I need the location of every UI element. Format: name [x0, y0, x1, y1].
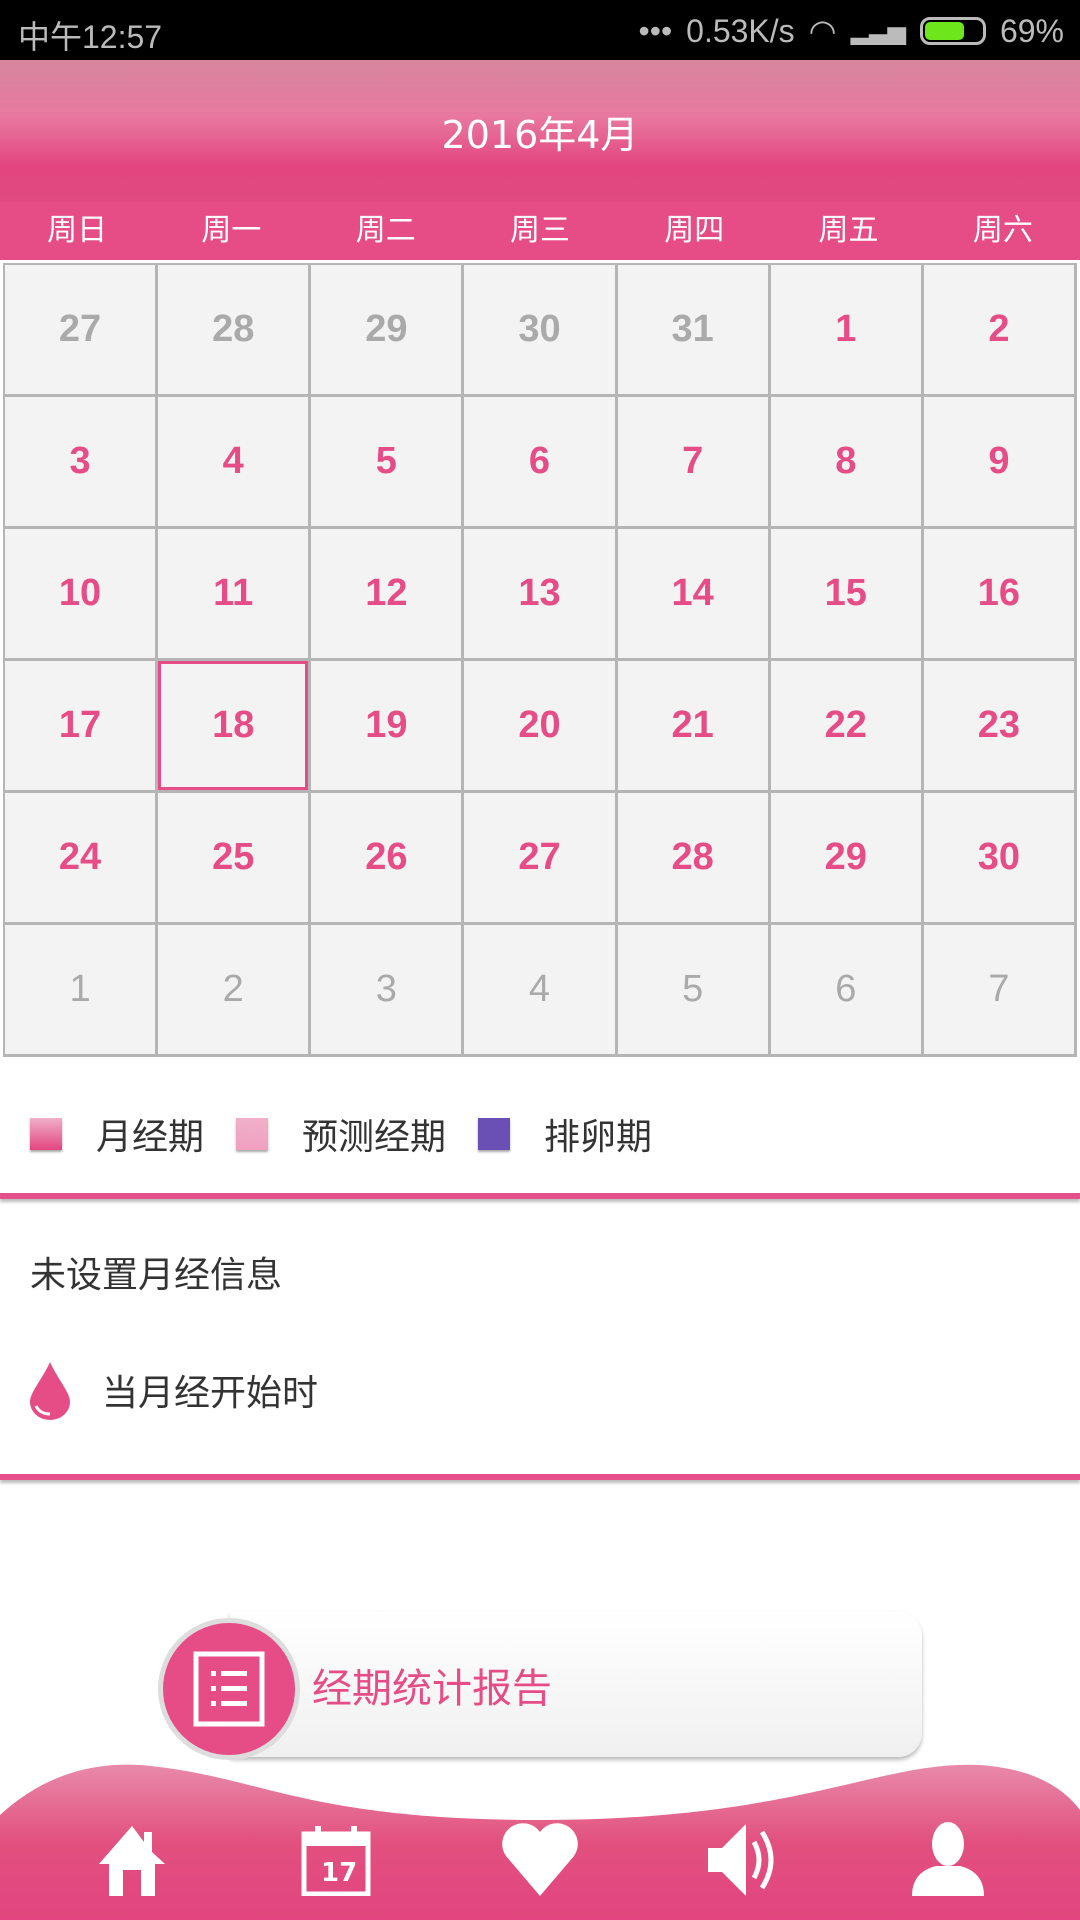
day-cell[interactable]: 8: [770, 397, 924, 529]
day-cell[interactable]: 15: [770, 529, 924, 661]
day-cell[interactable]: 13: [464, 529, 618, 661]
day-cell[interactable]: 2: [923, 265, 1077, 397]
day-cell[interactable]: 17: [5, 661, 159, 793]
day-cell[interactable]: 23: [923, 661, 1077, 793]
month-title[interactable]: 2016年4月: [442, 104, 639, 159]
more-icon: •••: [638, 12, 673, 49]
day-cell[interactable]: 11: [158, 529, 312, 661]
heart-icon: [502, 1823, 578, 1896]
drop-icon: [30, 1362, 70, 1420]
nav-profile[interactable]: [903, 1820, 993, 1900]
calendar-grid: 27 28 29 30 31 1 2 3 4 5 6 7 8 9 10 11 12 13 14 15 16 17 18 19 2…: [3, 263, 1077, 1057]
day-cell[interactable]: 14: [617, 529, 771, 661]
nav-calendar[interactable]: 17: [291, 1820, 381, 1900]
day-cell[interactable]: 6: [464, 397, 618, 529]
day-cell[interactable]: 21: [617, 661, 771, 793]
day-cell[interactable]: 25: [158, 793, 312, 925]
day-cell[interactable]: 29: [770, 793, 924, 925]
day-cell[interactable]: 9: [923, 397, 1077, 529]
day-cell[interactable]: 1: [770, 265, 924, 397]
day-cell[interactable]: 3: [5, 397, 159, 529]
day-cell[interactable]: 3: [311, 925, 465, 1057]
day-cell[interactable]: 30: [464, 265, 618, 397]
day-cell[interactable]: 1: [5, 925, 159, 1057]
period-status-text: 未设置月经信息: [30, 1255, 283, 1296]
day-cell[interactable]: 24: [5, 793, 159, 925]
day-cell[interactable]: 10: [5, 529, 159, 661]
speaker-icon: [708, 1824, 774, 1896]
day-cell[interactable]: 7: [923, 925, 1077, 1057]
day-cell[interactable]: 27: [5, 265, 159, 397]
month-header: 2016年4月: [0, 60, 1080, 202]
battery-icon: [919, 17, 986, 45]
weekday-label: 周六: [972, 213, 1033, 248]
weekday-label: 周五: [818, 213, 879, 248]
legend-label: 月经期: [96, 1117, 205, 1158]
divider: [0, 1474, 1080, 1480]
legend-label: 预测经期: [302, 1117, 447, 1158]
day-cell[interactable]: 19: [311, 661, 465, 793]
legend-swatch: [30, 1118, 62, 1150]
day-cell[interactable]: 31: [617, 265, 771, 397]
day-cell[interactable]: 22: [770, 661, 924, 793]
status-bar: 中午12:57 ••• 0.53K/s ◠ ▂▃▅ 69%: [0, 0, 1080, 60]
day-cell[interactable]: 30: [923, 793, 1077, 925]
day-cell[interactable]: 12: [311, 529, 465, 661]
signal-icon: ▂▃▅: [850, 17, 906, 45]
day-cell[interactable]: 28: [158, 265, 312, 397]
nav-home[interactable]: [87, 1820, 177, 1900]
net-speed: 0.53K/s: [686, 12, 795, 49]
report-icon-circle[interactable]: [158, 1618, 300, 1760]
battery-percent: 69%: [999, 12, 1064, 49]
weekday-label: 周日: [47, 213, 108, 248]
legend-swatch: [478, 1118, 511, 1150]
weekday-label: 周一: [201, 213, 262, 248]
status-time: 中午12:57: [18, 19, 163, 55]
user-icon: [912, 1822, 984, 1896]
home-icon: [99, 1826, 165, 1896]
wifi-icon: ◠: [808, 13, 837, 49]
day-cell[interactable]: 27: [464, 793, 618, 925]
day-cell[interactable]: 16: [923, 529, 1077, 661]
day-cell[interactable]: 4: [464, 925, 618, 1057]
day-cell-selected[interactable]: 18: [158, 661, 312, 793]
day-cell[interactable]: 5: [617, 925, 771, 1057]
day-cell[interactable]: 7: [617, 397, 771, 529]
list-icon: [193, 1651, 265, 1727]
nav-sound[interactable]: [699, 1820, 789, 1900]
day-cell[interactable]: 2: [158, 925, 312, 1057]
day-cell[interactable]: 20: [464, 661, 618, 793]
calendar-day: 17: [321, 1858, 358, 1888]
report-button[interactable]: 经期统计报告: [230, 1612, 922, 1757]
weekday-label: 周三: [509, 213, 570, 248]
divider: [0, 1193, 1080, 1199]
weekday-label: 周四: [664, 213, 725, 248]
weekday-row: 周日 周一 周二 周三 周四 周五 周六: [0, 202, 1080, 260]
day-cell[interactable]: 29: [311, 265, 465, 397]
day-cell[interactable]: 5: [311, 397, 465, 529]
day-cell[interactable]: 28: [617, 793, 771, 925]
bottom-nav: 17: [0, 1820, 1080, 1900]
report-label: 经期统计报告: [312, 1666, 552, 1712]
day-cell[interactable]: 4: [158, 397, 312, 529]
period-start-row[interactable]: 当月经开始时: [28, 1360, 318, 1420]
weekday-label: 周二: [355, 213, 416, 248]
period-start-label: 当月经开始时: [102, 1373, 319, 1414]
day-cell[interactable]: 6: [770, 925, 924, 1057]
legend: 月经期 预测经期 排卵期: [30, 1108, 684, 1160]
legend-label: 排卵期: [544, 1117, 653, 1158]
nav-heart[interactable]: [495, 1820, 585, 1900]
day-cell[interactable]: 26: [311, 793, 465, 925]
legend-swatch: [236, 1118, 269, 1150]
